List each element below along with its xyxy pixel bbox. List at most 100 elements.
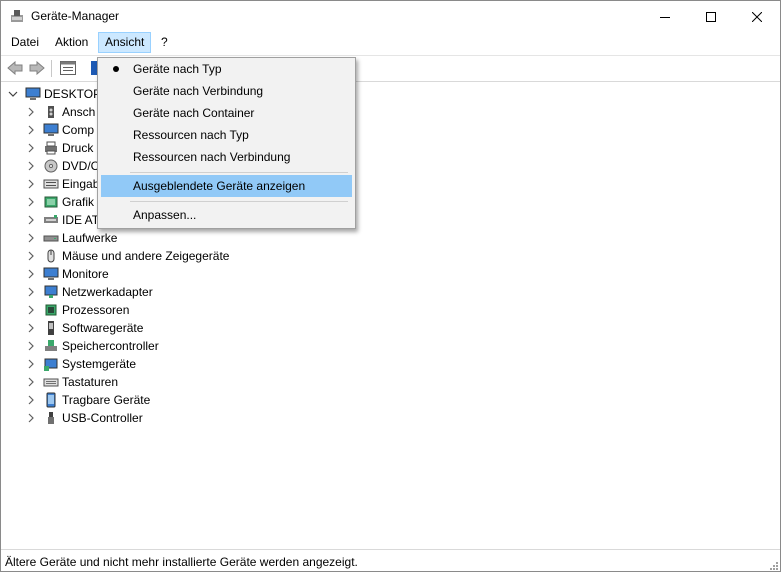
menu-item-label: Geräte nach Verbindung bbox=[133, 84, 264, 98]
expand-chevron-icon[interactable] bbox=[25, 268, 37, 280]
expand-chevron-icon[interactable] bbox=[25, 214, 37, 226]
status-bar: Ältere Geräte und nicht mehr installiert… bbox=[1, 549, 780, 571]
expand-chevron-icon[interactable] bbox=[25, 124, 37, 136]
network-adapter-icon bbox=[43, 284, 59, 300]
close-icon bbox=[752, 11, 762, 22]
device-manager-window: Geräte-Manager Datei Aktion Ansicht ? DE… bbox=[0, 0, 781, 572]
menu-item-anpassen[interactable]: Anpassen... bbox=[101, 204, 352, 226]
tree-category-label: Laufwerke bbox=[62, 231, 118, 245]
dvd-drive-icon bbox=[43, 158, 59, 174]
monitor-icon bbox=[43, 122, 59, 138]
menu-item-label: Ressourcen nach Typ bbox=[133, 128, 249, 142]
tree-category-item[interactable]: USB-Controller bbox=[25, 409, 143, 427]
tree-category-item[interactable]: Netzwerkadapter bbox=[25, 283, 153, 301]
tree-category-label: Mäuse und andere Zeigegeräte bbox=[62, 249, 230, 263]
computer-icon bbox=[25, 86, 41, 102]
expand-chevron-icon[interactable] bbox=[25, 304, 37, 316]
tree-category-item[interactable]: Monitore bbox=[25, 265, 109, 283]
ansicht-dropdown-menu: Geräte nach Typ Geräte nach Verbindung G… bbox=[97, 57, 356, 229]
menu-item-label: Anpassen... bbox=[133, 208, 197, 222]
mouse-icon bbox=[43, 248, 59, 264]
tree-category-item[interactable]: Systemgeräte bbox=[25, 355, 136, 373]
expand-chevron-icon[interactable] bbox=[25, 106, 37, 118]
processor-icon bbox=[43, 302, 59, 318]
menu-separator bbox=[130, 172, 348, 173]
expand-chevron-icon[interactable] bbox=[25, 160, 37, 172]
tree-category-label: Tragbare Geräte bbox=[62, 393, 151, 407]
tree-root-computer[interactable]: DESKTOP- bbox=[7, 85, 105, 103]
tree-category-item[interactable]: IDE AT bbox=[25, 211, 99, 229]
menu-item-ressourcen-nach-typ[interactable]: Ressourcen nach Typ bbox=[101, 124, 352, 146]
tree-category-item[interactable]: Laufwerke bbox=[25, 229, 117, 247]
tree-category-label: Ansch bbox=[62, 105, 96, 119]
tree-category-item[interactable]: Prozessoren bbox=[25, 301, 129, 319]
menu-aktion[interactable]: Aktion bbox=[49, 33, 94, 52]
close-button[interactable] bbox=[734, 1, 780, 32]
menu-item-label: Ressourcen nach Verbindung bbox=[133, 150, 291, 164]
menu-item-geraete-nach-container[interactable]: Geräte nach Container bbox=[101, 102, 352, 124]
tree-category-item[interactable]: Mäuse und andere Zeigegeräte bbox=[25, 247, 229, 265]
forward-button[interactable] bbox=[28, 60, 46, 76]
expand-chevron-icon[interactable] bbox=[25, 250, 37, 262]
tree-category-item[interactable]: Speichercontroller bbox=[25, 337, 159, 355]
tree-category-label: Druck bbox=[62, 141, 94, 155]
menu-separator bbox=[130, 201, 348, 202]
forward-arrow-icon bbox=[29, 61, 45, 75]
menu-item-ausgeblendete-geraete-anzeigen[interactable]: Ausgeblendete Geräte anzeigen bbox=[101, 175, 352, 197]
device-manager-app-icon bbox=[11, 10, 23, 22]
tree-category-label: Tastaturen bbox=[62, 375, 119, 389]
expand-chevron-icon[interactable] bbox=[25, 178, 37, 190]
expand-chevron-icon[interactable] bbox=[25, 142, 37, 154]
tree-category-label: Netzwerkadapter bbox=[62, 285, 153, 299]
tree-category-label: Grafik bbox=[62, 195, 95, 209]
expand-chevron-icon[interactable] bbox=[25, 322, 37, 334]
tree-category-item[interactable]: Softwaregeräte bbox=[25, 319, 143, 337]
minimize-button[interactable] bbox=[642, 1, 688, 32]
maximize-icon bbox=[706, 11, 716, 22]
menu-item-geraete-nach-verbindung[interactable]: Geräte nach Verbindung bbox=[101, 80, 352, 102]
collapse-chevron-icon[interactable] bbox=[7, 88, 19, 100]
tree-category-label: Systemgeräte bbox=[62, 357, 137, 371]
tree-category-item[interactable]: Druck bbox=[25, 139, 93, 157]
back-button[interactable] bbox=[6, 60, 24, 76]
expand-chevron-icon[interactable] bbox=[25, 394, 37, 406]
ide-controller-icon bbox=[43, 212, 59, 228]
expand-chevron-icon[interactable] bbox=[25, 232, 37, 244]
menu-item-geraete-nach-typ[interactable]: Geräte nach Typ bbox=[101, 58, 352, 80]
menu-ansicht[interactable]: Ansicht bbox=[98, 32, 152, 53]
portable-device-icon bbox=[43, 392, 59, 408]
menu-item-label: Geräte nach Container bbox=[133, 106, 255, 120]
tree-category-item[interactable]: Eingab bbox=[25, 175, 99, 193]
tree-category-item[interactable]: Comp bbox=[25, 121, 94, 139]
tree-category-label: Eingab bbox=[62, 177, 100, 191]
expand-chevron-icon[interactable] bbox=[25, 340, 37, 352]
expand-chevron-icon[interactable] bbox=[25, 412, 37, 424]
back-arrow-icon bbox=[7, 61, 23, 75]
tree-category-item[interactable]: Tragbare Geräte bbox=[25, 391, 150, 409]
printer-icon bbox=[43, 140, 59, 156]
menu-item-label: Ausgeblendete Geräte anzeigen bbox=[133, 179, 306, 193]
storage-controller-icon bbox=[43, 338, 59, 354]
system-device-icon bbox=[43, 356, 59, 372]
tree-category-label: DVD/C bbox=[62, 159, 100, 173]
menu-datei[interactable]: Datei bbox=[5, 33, 45, 52]
toolbar-separator bbox=[51, 60, 52, 77]
expand-chevron-icon[interactable] bbox=[25, 358, 37, 370]
menu-item-ressourcen-nach-verbindung[interactable]: Ressourcen nach Verbindung bbox=[101, 146, 352, 168]
tree-category-item[interactable]: Tastaturen bbox=[25, 373, 118, 391]
tree-category-item[interactable]: Ansch bbox=[25, 103, 95, 121]
expand-chevron-icon[interactable] bbox=[25, 196, 37, 208]
title-bar: Geräte-Manager bbox=[1, 1, 780, 32]
maximize-button[interactable] bbox=[688, 1, 734, 32]
expand-chevron-icon[interactable] bbox=[25, 286, 37, 298]
tree-category-label: IDE AT bbox=[62, 213, 100, 227]
expand-chevron-icon[interactable] bbox=[25, 376, 37, 388]
resize-grip-icon[interactable] bbox=[768, 560, 778, 570]
properties-button[interactable] bbox=[59, 60, 77, 76]
tree-category-item[interactable]: DVD/C bbox=[25, 157, 99, 175]
window-title: Geräte-Manager bbox=[31, 9, 120, 23]
status-text: Ältere Geräte und nicht mehr installiert… bbox=[5, 555, 358, 569]
tree-category-label: Speichercontroller bbox=[62, 339, 159, 353]
tree-category-item[interactable]: Grafik bbox=[25, 193, 94, 211]
menu-help[interactable]: ? bbox=[155, 33, 174, 52]
